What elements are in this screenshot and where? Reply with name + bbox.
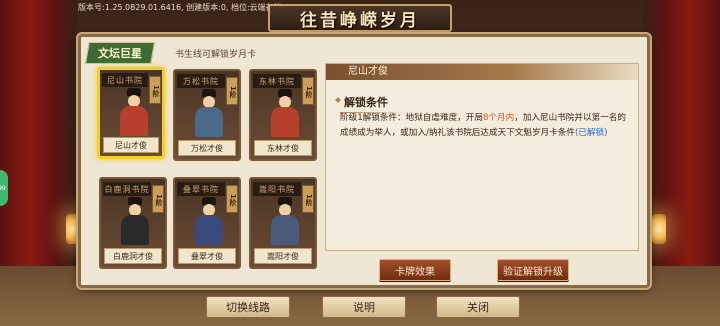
- unlock-description: 阶级1解锁条件：地狱自虐难度，开局8个月内，加入尼山书院并以第一名的成绩成为举人…: [340, 111, 630, 141]
- card-name: 万松才俊: [178, 140, 236, 156]
- page-title: 往昔峥嵘岁月: [300, 10, 420, 31]
- unlock-status: (已解锁): [574, 128, 608, 138]
- card-name: 尼山才俊: [103, 137, 159, 153]
- card-sign: 万松书院: [177, 74, 225, 88]
- panel-subtitle: 书生线可解锁岁月卡: [175, 50, 257, 60]
- side-badge[interactable]: 499: [0, 170, 8, 206]
- category-tag-label: 文坛巨星: [98, 47, 142, 60]
- card-name: 东林才俊: [254, 140, 312, 156]
- card-sign: 东林书院: [253, 74, 301, 88]
- verify-upgrade-button[interactable]: 验证解锁升级: [497, 259, 569, 281]
- card-sign: 尼山书院: [102, 73, 148, 87]
- explain-button[interactable]: 说明: [322, 296, 406, 318]
- switch-line-button[interactable]: 切换线路: [206, 296, 290, 318]
- scholar-portrait: [193, 89, 225, 137]
- scholar-portrait: [118, 88, 150, 136]
- scholar-portrait: [119, 197, 151, 245]
- card-name: 嵩阳才俊: [254, 248, 312, 264]
- card-sign: 白鹿洞书院: [103, 182, 151, 196]
- close-button[interactable]: 关闭: [436, 296, 520, 318]
- card-nishan[interactable]: 尼山书院 1阶 尼山才俊: [97, 67, 165, 159]
- side-badge-label: 499: [0, 184, 6, 192]
- card-diecui[interactable]: 叠翠书院 1阶 叠翠才俊: [173, 177, 241, 269]
- rank-badge: 1阶: [152, 185, 164, 213]
- unlock-title: 解锁条件: [340, 96, 408, 113]
- card-name: 白鹿洞才俊: [104, 248, 162, 264]
- scholar-portrait: [269, 197, 301, 245]
- verify-upgrade-label: 验证解锁升级: [503, 266, 563, 278]
- main-panel: 文坛巨星 书生线可解锁岁月卡 尼山书院 1阶 尼山才俊 万松书院 1阶 万松才俊…: [78, 34, 650, 288]
- card-bailudong[interactable]: 白鹿洞书院 1阶 白鹿洞才俊: [99, 177, 167, 269]
- switch-line-label: 切换线路: [226, 301, 270, 314]
- lantern-icon: [652, 214, 666, 244]
- desc-highlight: 8个月内: [482, 113, 515, 123]
- scholar-portrait: [193, 197, 225, 245]
- rank-badge: 1阶: [149, 76, 161, 104]
- card-sign: 叠翠书院: [177, 182, 225, 196]
- detail-panel: 尼山才俊 解锁条件 阶级1解锁条件：地狱自虐难度，开局8个月内，加入尼山书院并以…: [325, 63, 639, 251]
- desc-text: 阶级1解锁条件：地狱自虐难度，开局: [340, 113, 483, 123]
- rank-badge: 1阶: [302, 185, 314, 213]
- card-wansong[interactable]: 万松书院 1阶 万松才俊: [173, 69, 241, 161]
- card-donglin[interactable]: 东林书院 1阶 东林才俊: [249, 69, 317, 161]
- scholar-portrait: [269, 89, 301, 137]
- explain-label: 说明: [353, 301, 375, 314]
- close-label: 关闭: [467, 301, 489, 314]
- rank-badge: 1阶: [302, 77, 314, 105]
- card-songyang[interactable]: 嵩阳书院 1阶 嵩阳才俊: [249, 177, 317, 269]
- card-name: 叠翠才俊: [178, 248, 236, 264]
- detail-header: 尼山才俊: [326, 64, 638, 80]
- title-plaque: 往昔峥嵘岁月: [268, 4, 452, 32]
- card-sign: 嵩阳书院: [253, 182, 301, 196]
- card-effect-label: 卡牌效果: [395, 266, 435, 278]
- rank-badge: 1阶: [226, 77, 238, 105]
- version-info: 版本号:1.25.0829.01.6416, 创建版本:0, 档位:云端存档1: [78, 3, 287, 12]
- category-tag: 文坛巨星: [85, 42, 155, 64]
- card-effect-button[interactable]: 卡牌效果: [379, 259, 451, 281]
- rank-badge: 1阶: [226, 185, 238, 213]
